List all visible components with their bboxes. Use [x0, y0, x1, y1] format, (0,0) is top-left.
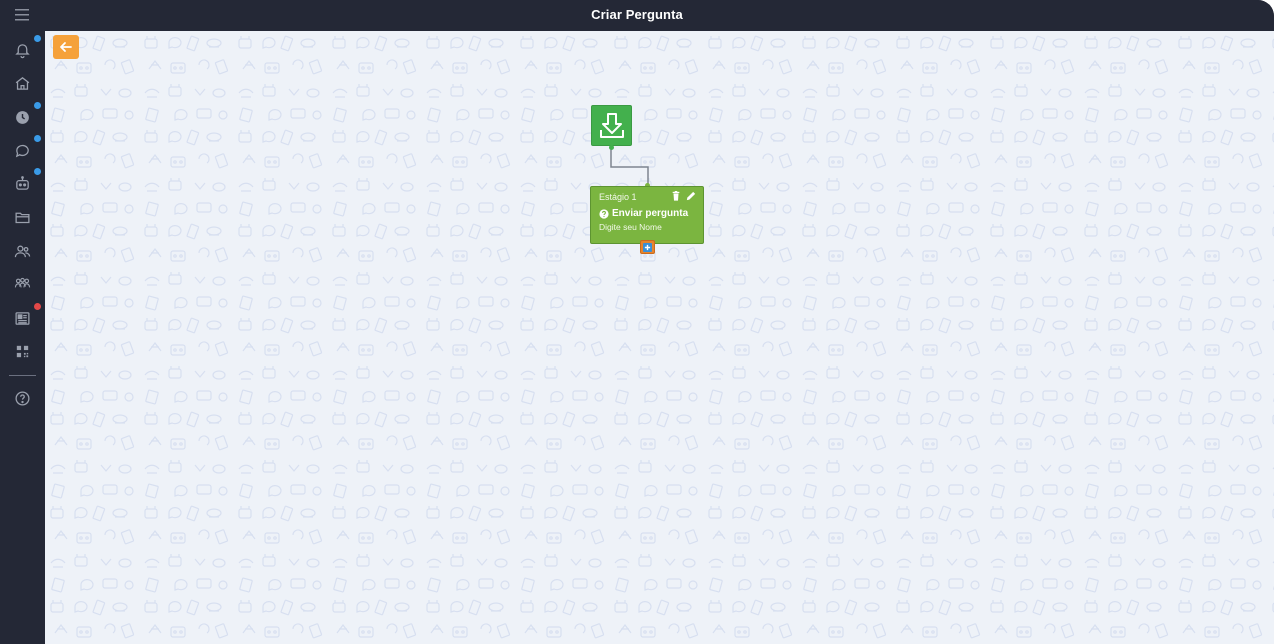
flow-connector — [610, 147, 649, 187]
sidebar-item-notifications[interactable] — [12, 35, 41, 60]
stage-type: Enviar pergunta — [599, 208, 688, 219]
stage-actions — [671, 191, 696, 201]
home-icon — [15, 76, 29, 90]
history-badge — [34, 102, 41, 109]
flow-canvas[interactable]: Estágio 1 Enviar pergunta Digite seu Nom… — [45, 31, 1274, 644]
sidebar-item-contacts[interactable] — [12, 241, 32, 261]
notification-badge — [34, 35, 41, 42]
start-node-output-port[interactable] — [609, 145, 614, 150]
sidebar-item-groups[interactable] — [12, 274, 32, 294]
sidebar-item-qrcode[interactable] — [12, 341, 32, 361]
qrcode-icon — [16, 345, 28, 357]
reports-badge — [34, 303, 41, 310]
bot-badge — [34, 168, 41, 175]
users-icon — [14, 245, 30, 257]
stage-description: Digite seu Nome — [599, 222, 662, 232]
add-stage-button[interactable] — [640, 240, 655, 254]
help-circle-icon — [14, 390, 30, 406]
plus-icon — [643, 242, 652, 252]
question-circle-icon — [599, 208, 609, 219]
trash-icon[interactable] — [671, 191, 681, 201]
bell-icon — [14, 43, 30, 58]
robot-icon — [15, 175, 29, 190]
sidebar-item-reports[interactable] — [12, 303, 41, 328]
pencil-icon[interactable] — [686, 191, 696, 201]
sidebar-item-folders[interactable] — [12, 207, 32, 227]
chat-bubble-icon — [15, 144, 29, 157]
app-window: Criar Pergunta Estágio 1 Enviar pergunta… — [0, 0, 1274, 644]
sidebar-item-chat[interactable] — [12, 135, 41, 160]
top-bar: Criar Pergunta — [0, 0, 1274, 31]
stage-card[interactable]: Estágio 1 Enviar pergunta Digite seu Nom… — [590, 186, 704, 244]
page-title: Criar Pergunta — [591, 7, 683, 22]
start-node[interactable] — [591, 105, 632, 146]
stage-type-label: Enviar pergunta — [612, 208, 689, 219]
folder-icon — [14, 212, 30, 223]
download-tray-icon — [599, 112, 624, 138]
sidebar-item-bot[interactable] — [12, 168, 41, 193]
team-icon — [14, 277, 30, 287]
newspaper-icon — [14, 311, 30, 325]
clock-icon — [15, 110, 29, 124]
sidebar-divider — [9, 375, 36, 376]
sidebar-item-help[interactable] — [12, 388, 32, 408]
chat-badge — [34, 135, 41, 142]
sidebar-item-home[interactable] — [12, 73, 32, 93]
stage-label: Estágio 1 — [599, 192, 637, 202]
sidebar — [0, 31, 45, 644]
sidebar-item-history[interactable] — [12, 102, 41, 127]
